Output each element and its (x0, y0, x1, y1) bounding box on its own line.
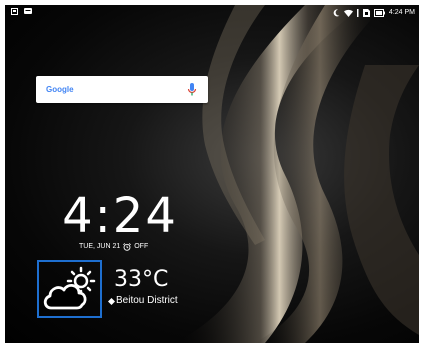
temperature[interactable]: 33°C (114, 268, 168, 292)
partly-cloudy-icon[interactable] (41, 264, 99, 312)
location-pin-icon (108, 297, 115, 305)
alarm-status: OFF (134, 243, 149, 250)
home-screen: 4:24 PM Google 4:24 TUE, JUN 21 OFF 33°C… (5, 5, 419, 343)
clock-time[interactable]: 4:24 (59, 191, 181, 241)
status-bar: 4:24 PM (5, 5, 419, 21)
clock-date-line[interactable]: TUE, JUN 21 OFF (79, 242, 148, 252)
battery-icon (373, 9, 385, 17)
location-name: Beitou District (116, 295, 178, 306)
google-search-bar[interactable]: Google (36, 76, 208, 103)
wifi-icon (343, 9, 353, 17)
signal-icon (356, 9, 359, 17)
mic-icon[interactable] (187, 83, 197, 97)
google-logo: Google (46, 85, 74, 94)
status-bar-right: 4:24 PM (333, 7, 415, 19)
message-icon (24, 8, 32, 14)
notification-icon (11, 8, 18, 15)
sim-icon (362, 9, 370, 17)
weather-location[interactable]: Beitou District (108, 295, 178, 307)
status-bar-time: 4:24 PM (388, 9, 415, 16)
status-bar-left (11, 8, 32, 15)
do-not-disturb-moon-icon (333, 9, 340, 17)
alarm-icon (123, 243, 132, 251)
clock-date: TUE, JUN 21 (79, 243, 121, 250)
